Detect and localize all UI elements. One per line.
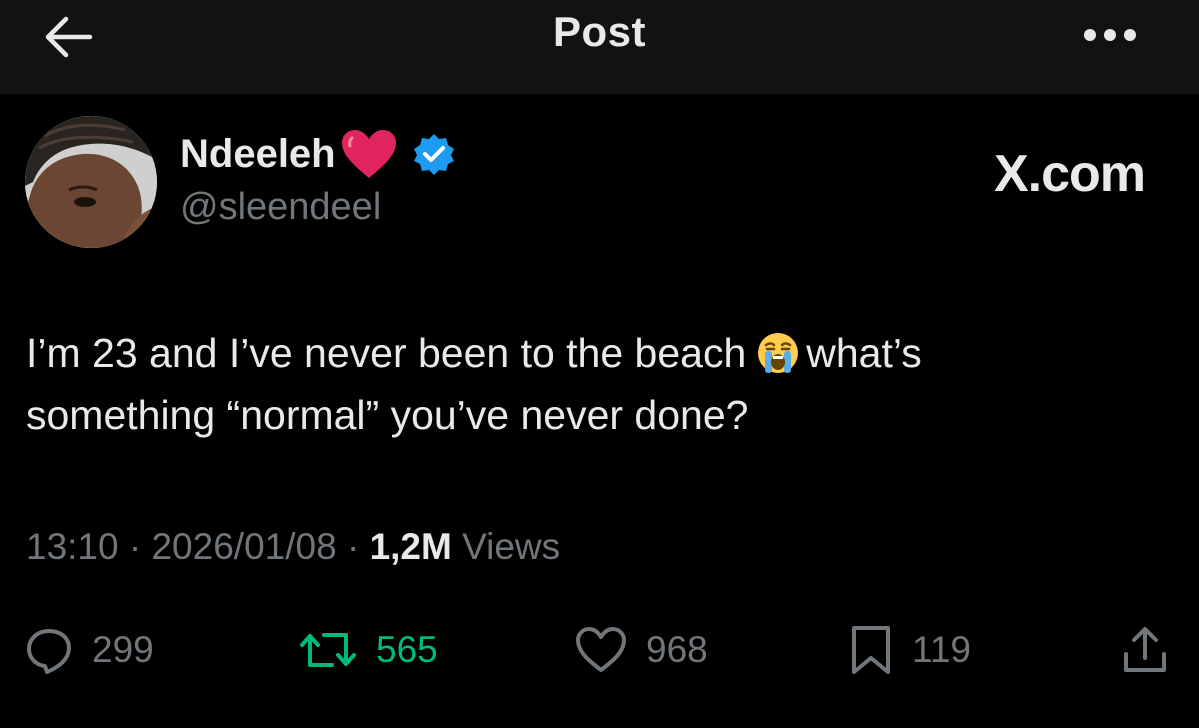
bookmark-button[interactable]: 119 [848, 620, 971, 680]
loudly-crying-face-icon [758, 333, 799, 373]
avatar[interactable] [25, 116, 157, 248]
post-text: I’m 23 and I’ve never been to the beach … [26, 322, 1166, 446]
more-horizontal-icon [1084, 29, 1136, 41]
views-label: Views [462, 526, 561, 567]
bookmark-count: 119 [912, 629, 971, 670]
repost-icon [300, 633, 356, 667]
top-bar: Post [0, 0, 1199, 94]
more-options-button[interactable] [1080, 26, 1140, 44]
author-name-row: Ndeeleh [180, 128, 456, 180]
like-button[interactable]: 968 [574, 620, 708, 680]
repost-count: 565 [376, 629, 438, 670]
repost-button[interactable]: 565 [298, 620, 438, 680]
username-handle[interactable]: @sleendeel [180, 186, 381, 229]
action-bar: 299 565 968 119 [0, 620, 1199, 680]
reply-button[interactable]: 299 [24, 620, 154, 680]
post-text-line-2: something “normal” you’ve never done? [26, 392, 749, 438]
share-icon [1124, 627, 1166, 672]
post-text-segment: what’s [806, 330, 922, 376]
avatar-photo [25, 116, 157, 248]
meta-separator: · [346, 526, 360, 567]
page-title: Post [552, 8, 646, 55]
display-name[interactable]: Ndeeleh [180, 132, 336, 177]
meta-separator: · [128, 526, 142, 567]
views-count[interactable]: 1,2M [370, 526, 452, 567]
verified-badge-icon [413, 134, 454, 175]
reply-count: 299 [92, 629, 154, 670]
bookmark-icon [852, 626, 890, 674]
post-meta: 13:10 · 2026/01/08 · 1,2M Views [26, 526, 560, 568]
post-text-segment: I’m 23 and I’ve never been to the beach [26, 330, 747, 376]
post-time[interactable]: 13:10 [26, 526, 119, 567]
post-date[interactable]: 2026/01/08 [151, 526, 336, 567]
reply-icon [27, 629, 71, 674]
share-button[interactable] [1120, 620, 1170, 680]
post-text-line-1: I’m 23 and I’ve never been to the beach … [26, 322, 1166, 384]
brand-watermark: X.com [993, 145, 1146, 203]
heart-icon [576, 627, 626, 672]
like-count: 968 [646, 629, 708, 670]
red-heart-icon [341, 130, 396, 178]
